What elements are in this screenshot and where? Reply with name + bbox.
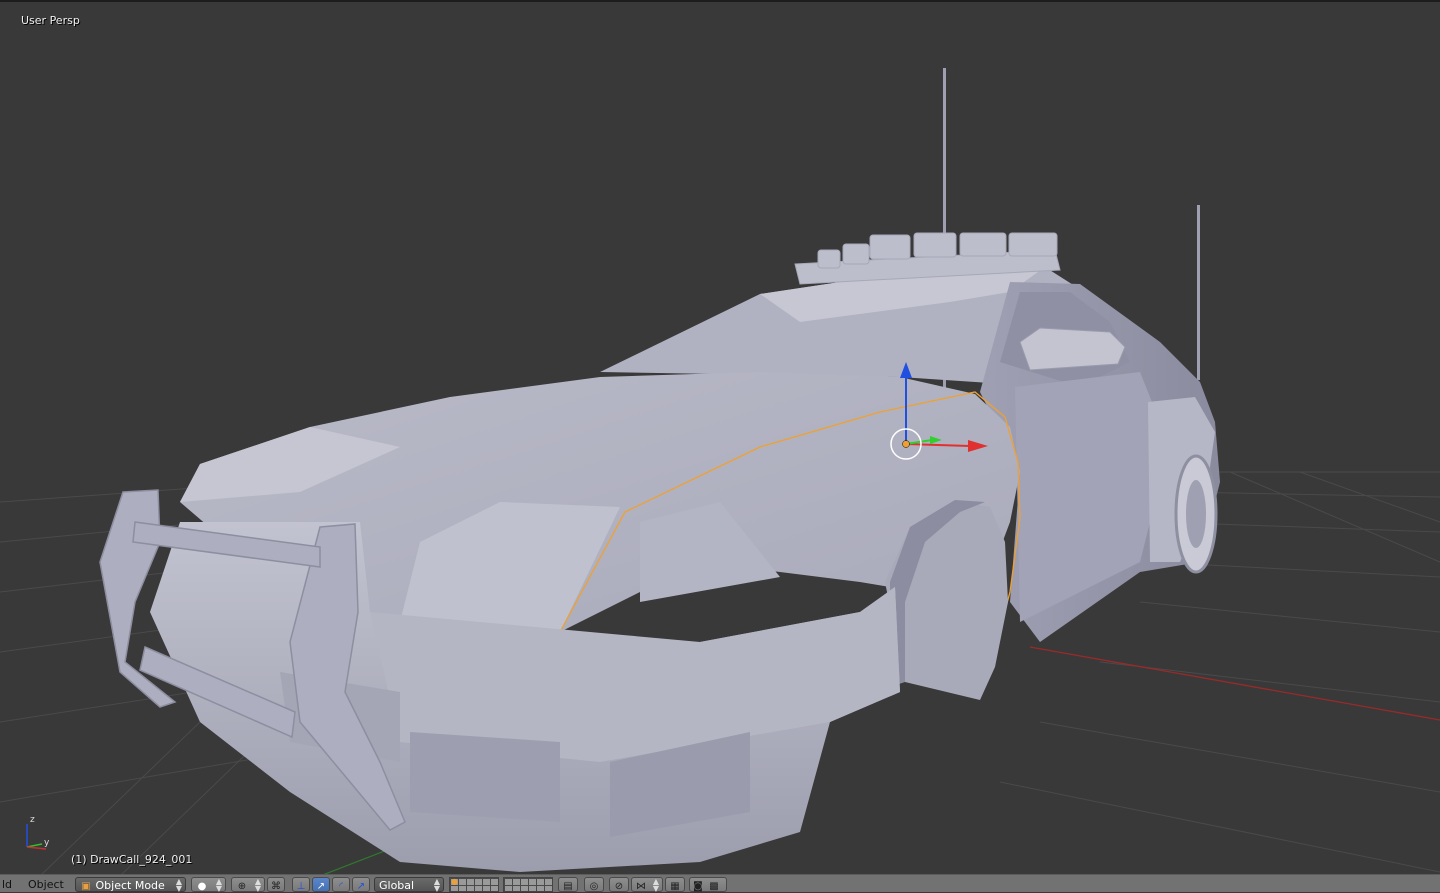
render-animation-button[interactable]: ◙ ▩ bbox=[689, 877, 727, 892]
axis-y-label: y bbox=[44, 838, 50, 848]
axis-z-label: z bbox=[30, 815, 35, 825]
translate-manipulator-button[interactable]: ⊥ bbox=[292, 877, 310, 892]
side-mirror bbox=[1019, 327, 1126, 371]
updown-arrow-icon: ▲ ▼ bbox=[652, 877, 659, 893]
transform-orientation-selector[interactable]: Global ▲ ▼ bbox=[374, 877, 444, 893]
lock-icon: ▤ bbox=[563, 881, 573, 892]
proportional-icon: ◎ bbox=[589, 881, 599, 892]
viewport-shading-selector[interactable]: ● ▲ ▼ bbox=[191, 877, 226, 893]
pivot-point-selector[interactable]: ⊕ ▲ ▼ bbox=[231, 877, 265, 893]
cube-icon: ▣ bbox=[81, 881, 91, 892]
mode-selector[interactable]: ▣ Object Mode ▲ ▼ bbox=[75, 877, 186, 893]
manipulator-extra-button[interactable]: ↗ bbox=[352, 877, 370, 892]
scale-icon: ◜ bbox=[339, 881, 343, 892]
clapper-icon: ▩ bbox=[709, 881, 719, 892]
view-name-label: User Persp bbox=[21, 14, 80, 27]
lock-camera-button[interactable]: ▤ bbox=[558, 877, 578, 892]
layers-icon: ● bbox=[451, 877, 458, 886]
rotate-manipulator-button[interactable]: ↗ bbox=[312, 877, 330, 892]
manipulator-icon: ⌘ bbox=[271, 881, 281, 892]
object-menu[interactable]: Object bbox=[28, 877, 64, 892]
active-object-label: (1) DrawCall_924_001 bbox=[71, 853, 193, 866]
antenna-right bbox=[1197, 205, 1200, 380]
camera-icon: ◙ bbox=[693, 881, 703, 892]
snap-element-selector[interactable]: ⋈ ▲ ▼ bbox=[631, 877, 663, 893]
view-menu[interactable]: ld bbox=[2, 877, 12, 892]
mode-label: Object Mode bbox=[95, 879, 165, 892]
axis-widget: z y bbox=[26, 815, 50, 850]
scene-canvas[interactable]: z y bbox=[0, 2, 1440, 874]
snap-toggle-button[interactable]: ⊘ bbox=[609, 877, 629, 892]
viewport-header: ld Object ▣ Object Mode ▲ ▼ ● ▲ ▼ ⊕ ▲ ▼ ⌘ ⊥… bbox=[0, 874, 1440, 893]
sphere-shading-icon: ● bbox=[197, 881, 207, 892]
updown-arrow-icon: ▲ ▼ bbox=[433, 877, 440, 893]
render-icon: ▦ bbox=[670, 881, 680, 892]
layers-grid-1[interactable]: ● bbox=[449, 877, 499, 892]
translate-icon: ⊥ bbox=[296, 881, 306, 892]
rotate-icon: ↗ bbox=[316, 881, 326, 892]
orientation-label: Global bbox=[379, 879, 415, 892]
layers-grid-2[interactable] bbox=[503, 877, 553, 892]
arrow-icon: ↗ bbox=[356, 881, 366, 892]
snap-target-icon: ⋈ bbox=[636, 881, 646, 892]
updown-arrow-icon: ▲ ▼ bbox=[215, 877, 222, 893]
proportional-editing-button[interactable]: ◎ bbox=[584, 877, 604, 892]
3d-viewport[interactable]: z y User Persp (1) DrawCall_924_001 bbox=[0, 0, 1440, 874]
scale-manipulator-button[interactable]: ◜ bbox=[332, 877, 350, 892]
pivot-icon: ⊕ bbox=[237, 881, 247, 892]
x-axis-line bbox=[1029, 646, 1440, 721]
updown-arrow-icon: ▲ ▼ bbox=[254, 877, 261, 893]
snap-icon: ⊘ bbox=[614, 881, 624, 892]
updown-arrow-icon: ▲ ▼ bbox=[175, 877, 182, 893]
manipulator-toggle[interactable]: ⌘ bbox=[267, 877, 285, 892]
render-button[interactable]: ▦ bbox=[665, 877, 685, 892]
